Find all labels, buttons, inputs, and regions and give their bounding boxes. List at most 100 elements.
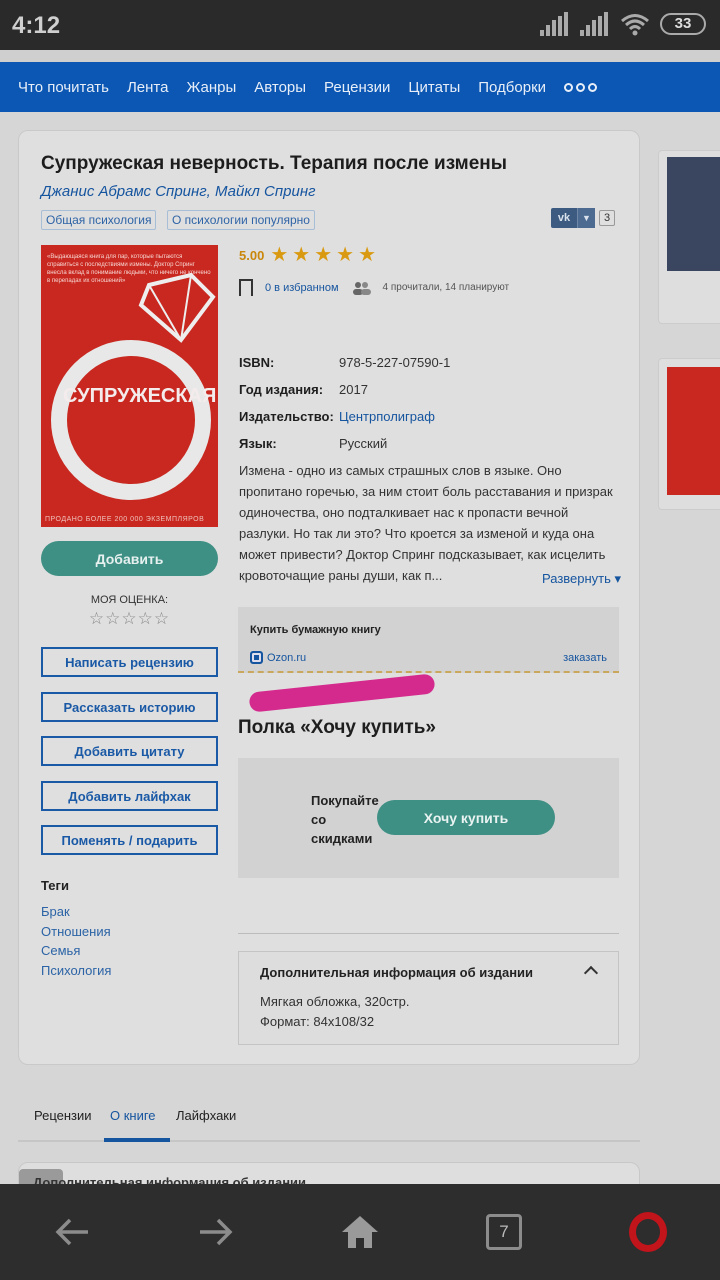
star-icon: ★ — [292, 244, 311, 266]
favorites-link[interactable]: 0 в избранном — [265, 282, 339, 294]
tabs-icon[interactable]: 7 — [480, 1208, 528, 1256]
detail-key: Язык: — [239, 436, 277, 451]
tag-link[interactable]: Брак — [41, 904, 70, 919]
detail-value: 978-5-227-07590-1 — [339, 355, 451, 370]
back-icon[interactable] — [48, 1208, 96, 1256]
tags-heading: Теги — [41, 878, 69, 893]
opera-logo[interactable] — [629, 1212, 667, 1252]
star-icon: ★ — [314, 244, 333, 266]
vk-share[interactable]: vk ▼ 3 — [551, 208, 616, 228]
tab-count[interactable]: 7 — [486, 1214, 522, 1250]
active-tab-indicator — [104, 1138, 170, 1142]
detail-row-year: Год издания: 2017 — [239, 382, 450, 409]
divider — [238, 933, 619, 934]
format-info: Формат: 84x108/32 — [260, 1014, 375, 1029]
expand-link[interactable]: Развернуть ▾ — [536, 571, 622, 587]
home-icon[interactable] — [336, 1208, 384, 1256]
write-review-button[interactable]: Написать рецензию — [41, 647, 218, 677]
rating-value: 5.00 — [239, 247, 265, 263]
signal-icon — [540, 12, 570, 36]
nav-item-collections[interactable]: Подборки — [478, 79, 546, 96]
star-icon: ★ — [270, 244, 289, 266]
additional-info: Дополнительная информация об издании Мяг… — [238, 951, 619, 1045]
additional-info-card-title[interactable]: Дополнительная информация об издании — [33, 1175, 306, 1184]
add-button[interactable]: Добавить — [41, 541, 218, 576]
book-authors[interactable]: Джанис Абрамс Спринг, Майкл Спринг — [41, 183, 315, 200]
book-description: Измена - одно из самых страшных слов в я… — [239, 463, 613, 583]
related-book-1[interactable] — [658, 150, 720, 324]
store-name[interactable]: Ozon.ru — [267, 652, 306, 664]
forward-icon[interactable] — [192, 1208, 240, 1256]
nav-item-genres[interactable]: Жанры — [186, 79, 236, 96]
tag-link[interactable]: Психология — [41, 963, 111, 978]
browser-toolbar: 7 — [0, 1184, 720, 1280]
cover-title: СУПРУЖЕСКАЯ — [63, 385, 217, 407]
detail-row-publisher: Издательство: Центрполиграф — [239, 409, 450, 436]
detail-row-isbn: ISBN: 978-5-227-07590-1 — [239, 355, 450, 382]
more-icon[interactable] — [564, 82, 598, 92]
book-tabs: Рецензии О книге Лайфхаки — [18, 1096, 640, 1142]
readers-count: 4 прочитали, 14 планируют — [382, 282, 510, 293]
rating: 5.00 ★ ★ ★ ★ ★ — [239, 245, 376, 265]
ozon-link[interactable]: Ozon.ru — [250, 651, 306, 664]
people-icon — [352, 281, 371, 295]
star-icon: ★ — [358, 244, 376, 266]
nav-item-authors[interactable]: Авторы — [254, 79, 306, 96]
status-time: 4:12 — [12, 12, 61, 39]
book-title: Супружеская неверность. Терапия после из… — [41, 153, 508, 174]
nav-item-what-to-read[interactable]: Что почитать — [18, 79, 109, 96]
tab-reviews[interactable]: Рецензии — [34, 1108, 92, 1123]
detail-value: Русский — [339, 436, 388, 451]
shelf-title: Полка «Хочу купить» — [238, 717, 436, 738]
want-to-buy-button[interactable]: Хочу купить — [377, 800, 555, 835]
add-lifehack-button[interactable]: Добавить лайфхак — [41, 781, 218, 811]
favorites-row: 0 в избранном 4 прочитали, 14 планируют — [239, 279, 509, 296]
status-bar: 4:12 33 — [0, 0, 720, 50]
book-details: ISBN: 978-5-227-07590-1 Год издания: 201… — [239, 355, 450, 463]
buy-heading: Купить бумажную книгу — [250, 624, 381, 636]
detail-value: 2017 — [339, 382, 368, 397]
ozon-icon — [250, 651, 263, 664]
page-content: Супружеская неверность. Терапия после из… — [0, 112, 720, 1184]
shelf-promo: Покупайте со скидками — [311, 793, 379, 846]
my-rating-label: МОЯ ОЦЕНКА: — [90, 594, 169, 606]
tell-story-button[interactable]: Рассказать историю — [41, 692, 218, 722]
tag-link[interactable]: Отношения — [41, 924, 111, 939]
bookmark-icon[interactable] — [239, 279, 253, 296]
related-book-cover[interactable] — [667, 367, 720, 495]
vk-icon[interactable]: vk — [551, 208, 577, 228]
wifi-icon — [621, 14, 649, 36]
shelf-box: Покупайте со скидками Хочу купить — [238, 758, 619, 878]
address-bar-area — [0, 50, 720, 62]
book-card: Супружеская неверность. Терапия после из… — [18, 130, 640, 1065]
detail-key: ISBN: — [239, 355, 275, 370]
add-quote-button[interactable]: Добавить цитату — [41, 736, 218, 766]
nav-item-reviews[interactable]: Рецензии — [324, 79, 390, 96]
genre-tag-general-psychology[interactable]: Общая психология — [41, 210, 157, 230]
book-cover[interactable]: «Выдающаяся книга для пар, которые пытаю… — [41, 245, 218, 527]
nav-item-quotes[interactable]: Цитаты — [408, 79, 460, 96]
tag-link[interactable]: Семья — [41, 943, 80, 958]
binding-info: Мягкая обложка, 320стр. — [260, 994, 410, 1009]
tab-about-book[interactable]: О книге — [110, 1108, 156, 1123]
publisher-link[interactable]: Центрполиграф — [339, 409, 435, 436]
share-count: 3 — [599, 210, 616, 226]
site-nav: Что почитать Лента Жанры Авторы Рецензии… — [0, 62, 720, 112]
chevron-down-icon[interactable]: ▼ — [577, 208, 595, 228]
my-rating-stars[interactable]: ☆☆☆☆☆ — [41, 609, 218, 629]
additional-info-heading[interactable]: Дополнительная информация об издании — [260, 965, 533, 980]
battery-icon: 33 — [660, 13, 706, 35]
related-book-cover[interactable] — [667, 157, 720, 271]
detail-key: Издательство: — [239, 409, 334, 424]
additional-info-card: Дополнительная информация об издании — [18, 1162, 640, 1184]
tab-lifehacks[interactable]: Лайфхаки — [176, 1108, 236, 1123]
genre-tag-popular-psychology[interactable]: О психологии популярно — [167, 210, 315, 230]
opera-menu-icon[interactable] — [624, 1208, 672, 1256]
chevron-up-icon[interactable] — [583, 965, 599, 981]
order-link[interactable]: заказать — [563, 652, 607, 664]
related-book-2[interactable] — [658, 358, 720, 510]
signal-icon-2 — [580, 12, 610, 36]
exchange-gift-button[interactable]: Поменять / подарить — [41, 825, 218, 855]
status-icons: 33 — [540, 12, 706, 36]
nav-item-feed[interactable]: Лента — [127, 79, 169, 96]
